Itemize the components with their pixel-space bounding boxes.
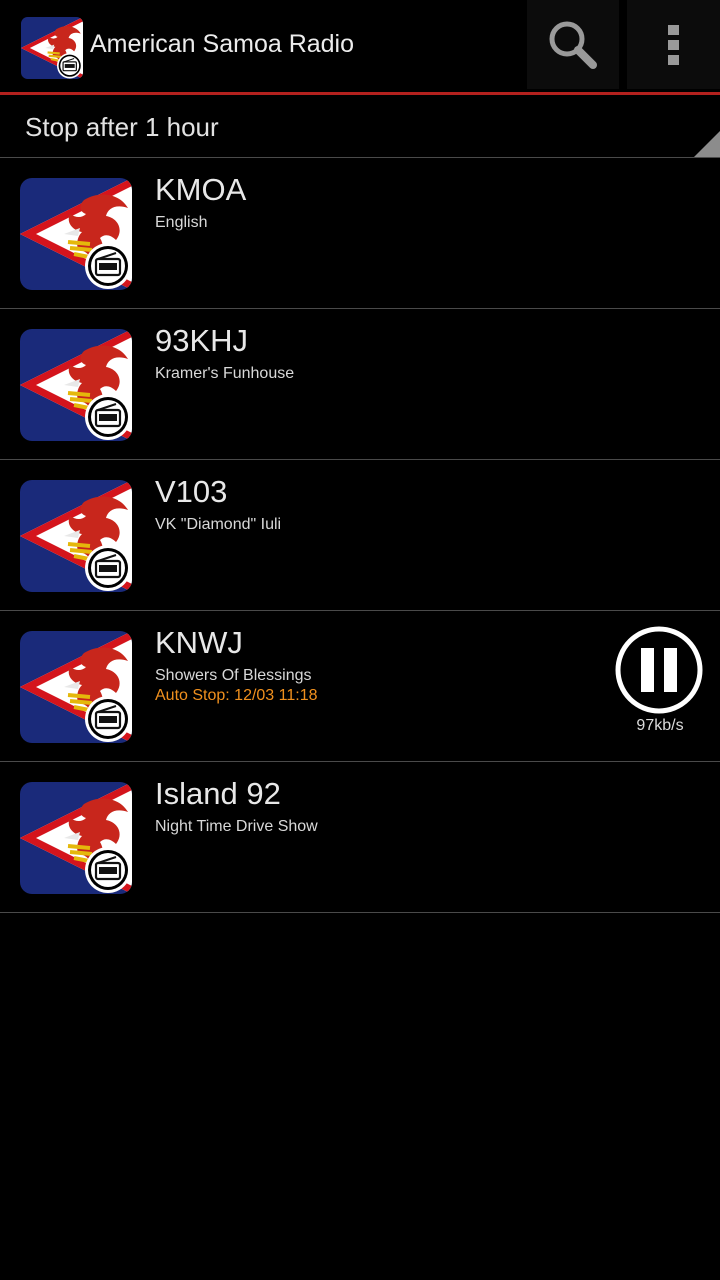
station-item-kmoa[interactable]: KMOA English — [0, 158, 720, 308]
overflow-menu-button[interactable] — [627, 0, 720, 89]
app-logo-icon[interactable] — [21, 17, 83, 79]
station-subtitle: VK "Diamond" Iuli — [155, 516, 282, 533]
sleep-timer-selected: Stop after 1 hour — [25, 112, 219, 142]
search-icon — [549, 21, 597, 69]
station-logo-icon — [20, 631, 132, 743]
station-item-93khj[interactable]: 93KHJ Kramer's Funhouse — [0, 309, 720, 459]
station-name: V103 — [155, 474, 228, 509]
station-subtitle: English — [155, 214, 208, 231]
divider — [0, 912, 720, 913]
search-button[interactable] — [527, 0, 619, 89]
bitrate-label: 97kb/s — [636, 717, 684, 734]
station-logo-icon — [20, 178, 132, 290]
station-name: KNWJ — [155, 625, 243, 660]
sleep-timer-spinner[interactable]: Stop after 1 hour — [0, 95, 720, 157]
station-logo-icon — [20, 329, 132, 441]
app-screen: American Samoa Radio Stop after 1 hour K… — [0, 0, 720, 1280]
station-item-island-92[interactable]: Island 92 Night Time Drive Show — [0, 762, 720, 912]
station-item-knwj[interactable]: KNWJ Showers Of Blessings Auto Stop: 12/… — [0, 611, 720, 761]
action-bar: American Samoa Radio — [0, 0, 720, 93]
station-logo-icon — [20, 782, 132, 894]
station-name: Island 92 — [155, 776, 281, 811]
app-title: American Samoa Radio — [90, 30, 355, 58]
auto-stop-label: Auto Stop: 12/03 11:18 — [155, 687, 318, 704]
station-subtitle: Night Time Drive Show — [155, 818, 318, 835]
pause-button[interactable] — [615, 626, 703, 714]
station-item-v103[interactable]: V103 VK "Diamond" Iuli — [0, 460, 720, 610]
station-subtitle: Kramer's Funhouse — [155, 365, 295, 382]
station-name: KMOA — [155, 172, 247, 207]
station-subtitle: Showers Of Blessings — [155, 667, 312, 684]
station-name: 93KHJ — [155, 323, 249, 358]
station-logo-icon — [20, 480, 132, 592]
overflow-menu-icon — [667, 24, 679, 65]
spinner-corner-icon — [694, 131, 720, 157]
